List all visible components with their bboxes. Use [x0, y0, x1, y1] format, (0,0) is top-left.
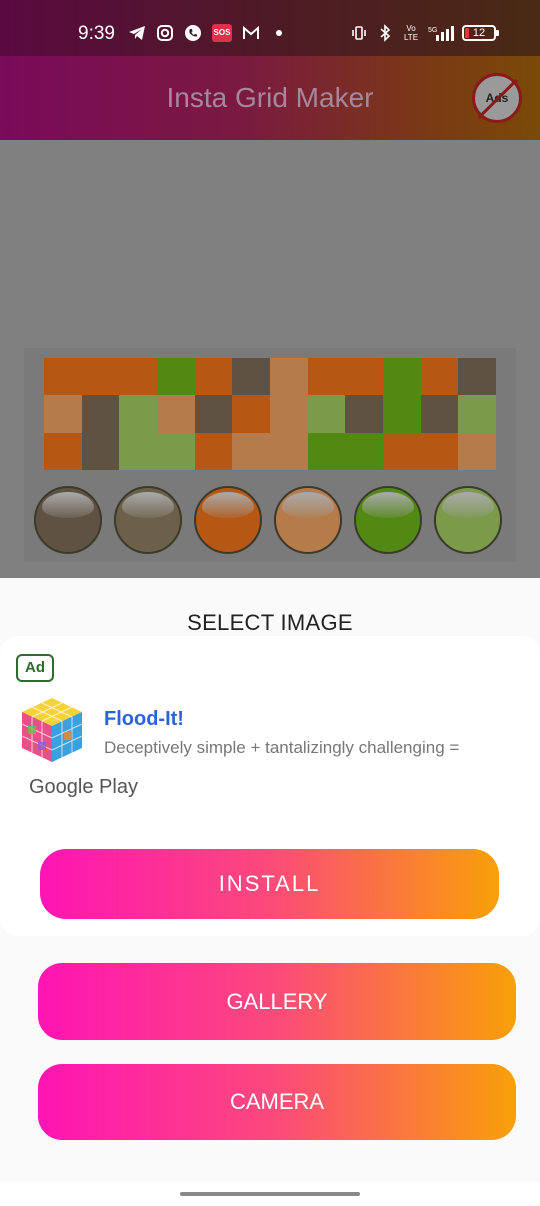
sos-icon: SOS: [212, 24, 232, 42]
volte-icon: Vo LTE: [403, 24, 419, 42]
ad-badge: Ad: [16, 654, 54, 682]
pixel-grid-preview: [44, 358, 496, 470]
grid-cell: [458, 395, 496, 433]
battery-icon: 12: [462, 25, 499, 41]
grid-cell: [420, 395, 459, 433]
notification-icons: SOS: [128, 24, 282, 42]
dimmed-content: [0, 140, 540, 578]
color-ball: [354, 486, 422, 554]
telegram-icon: [128, 24, 146, 42]
grid-cell: [458, 358, 496, 396]
status-time: 9:39: [78, 23, 115, 44]
grid-cell: [157, 432, 195, 470]
color-ball: [114, 486, 182, 554]
app-title: Insta Grid Maker: [166, 82, 374, 113]
home-gesture-bar[interactable]: [180, 1192, 360, 1196]
grid-cell: [383, 395, 421, 433]
color-ball: [434, 486, 502, 554]
gmail-icon: [242, 24, 260, 42]
instagram-icon: [156, 24, 174, 42]
remove-ads-button[interactable]: Ads: [472, 73, 522, 123]
grid-cell: [119, 432, 157, 470]
system-icons: Vo LTE 5G 12: [350, 24, 499, 42]
color-ball: [194, 486, 262, 554]
svg-text:5G: 5G: [428, 27, 437, 34]
install-button[interactable]: INSTALL: [40, 849, 499, 919]
navigation-bar: [0, 1182, 540, 1206]
grid-cell: [232, 395, 270, 433]
gallery-button[interactable]: GALLERY: [38, 963, 516, 1040]
grid-cell: [44, 358, 82, 396]
grid-cell: [270, 358, 308, 396]
camera-button[interactable]: CAMERA: [38, 1064, 516, 1140]
grid-cell: [345, 432, 383, 470]
grid-cell: [383, 432, 421, 470]
grid-cell: [307, 358, 346, 396]
color-palette: [34, 486, 502, 554]
grid-cell: [232, 432, 270, 470]
grid-cell: [420, 432, 459, 470]
ad-description: Deceptively simple + tantalizingly chall…: [104, 738, 460, 757]
grid-cell: [194, 432, 233, 470]
grid-cell: [194, 395, 233, 433]
ad-store: Google Play: [29, 776, 138, 798]
remove-ads-label: Ads: [485, 91, 509, 105]
grid-cell: [194, 358, 233, 396]
grid-cell: [81, 432, 120, 470]
grid-cell: [307, 395, 346, 433]
grid-cell: [44, 395, 82, 433]
phone-icon: [184, 24, 202, 42]
grid-cell: [81, 358, 120, 396]
grid-cell: [119, 395, 157, 433]
color-ball: [34, 486, 102, 554]
grid-cell: [157, 395, 195, 433]
grid-cell: [81, 395, 120, 433]
vibrate-icon: [350, 24, 368, 42]
preview-card: [24, 348, 516, 562]
grid-cell: [157, 358, 195, 396]
grid-cell: [119, 358, 157, 396]
grid-cell: [270, 432, 308, 470]
grid-cell: [270, 395, 308, 433]
status-bar: 9:39 SOS Vo LTE 5G 12: [0, 0, 540, 56]
grid-cell: [232, 358, 270, 396]
more-dot-icon: [276, 30, 282, 36]
grid-cell: [458, 432, 496, 470]
grid-cell: [44, 432, 82, 470]
app-bar: Insta Grid Maker Ads: [0, 56, 540, 140]
grid-cell: [420, 358, 459, 396]
signal-5g-icon: 5G: [428, 24, 454, 42]
sheet-heading: SELECT IMAGE: [187, 610, 353, 635]
native-ad-card[interactable]: Ad Flood-It! Deceptively simple + tantal…: [0, 636, 540, 936]
grid-cell: [345, 395, 383, 433]
color-ball: [274, 486, 342, 554]
select-image-sheet: SELECT IMAGE Ad Flood-It! Deceptively si…: [0, 578, 540, 1206]
bluetooth-icon: [376, 24, 394, 42]
app-icon[interactable]: [20, 696, 84, 764]
grid-cell: [383, 358, 421, 396]
ad-title[interactable]: Flood-It!: [104, 708, 184, 731]
grid-cell: [307, 432, 346, 470]
grid-cell: [345, 358, 383, 396]
